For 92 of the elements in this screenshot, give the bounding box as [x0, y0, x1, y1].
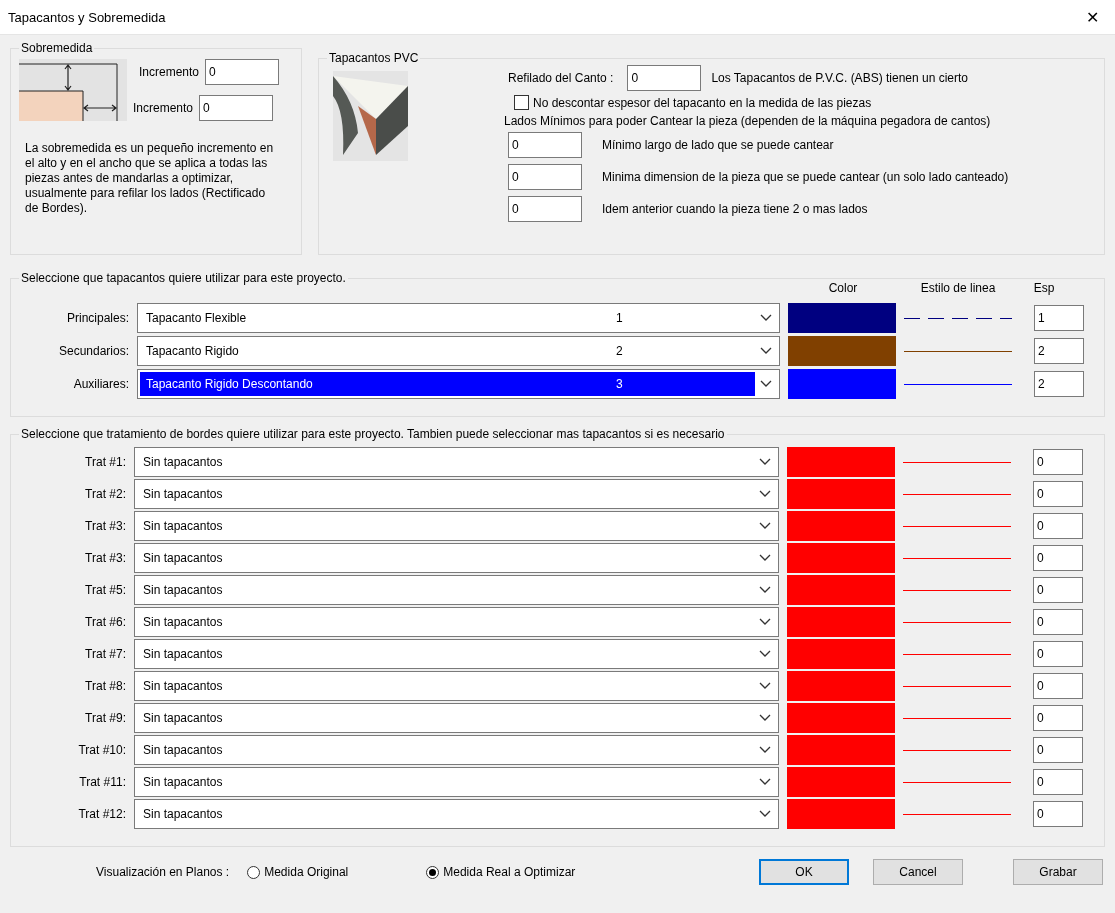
input-field[interactable]: 0 [205, 59, 280, 85]
input-field[interactable]: 0 [508, 196, 582, 222]
column-header: Esp [1032, 281, 1056, 295]
dropdown[interactable]: Sin tapacantos [134, 447, 779, 477]
dropdown[interactable]: Sin tapacantos [134, 671, 779, 701]
radio-option[interactable]: Medida Real a Optimizar [426, 865, 576, 879]
input-field[interactable]: 0 [508, 132, 582, 158]
color-swatch[interactable] [788, 369, 896, 399]
dropdown[interactable]: Tapacanto Rigido 2 [137, 336, 780, 366]
field-label: Incremento [139, 65, 200, 79]
input-field[interactable]: 2 [1034, 371, 1084, 397]
dropdown[interactable]: Sin tapacantos [134, 511, 779, 541]
input-field[interactable]: 0 [1033, 673, 1083, 699]
color-swatch[interactable] [787, 607, 895, 637]
dropdown[interactable]: Sin tapacantos [134, 639, 779, 669]
field-label: Refilado del Canto : [508, 71, 614, 85]
color-swatch[interactable] [787, 479, 895, 509]
color-swatch[interactable] [787, 575, 895, 605]
dialog-button[interactable]: Grabar [1013, 859, 1103, 885]
color-swatch[interactable] [787, 735, 895, 765]
dialog-button[interactable]: Cancel [873, 859, 963, 885]
input-field[interactable]: 0 [1033, 609, 1083, 635]
dropdown[interactable]: Sin tapacantos [134, 799, 779, 829]
color-swatch[interactable] [787, 799, 895, 829]
input-field[interactable]: 0 [1033, 545, 1083, 571]
row-label: Secundarios: [57, 344, 129, 358]
row-label: Trat #1: [84, 455, 126, 469]
dropdown[interactable]: Sin tapacantos [134, 543, 779, 573]
dialog-button[interactable]: OK [759, 859, 849, 885]
color-swatch[interactable] [788, 303, 896, 333]
color-swatch[interactable] [787, 543, 895, 573]
field-label: Incremento [133, 101, 194, 115]
row-label: Principales: [65, 311, 129, 325]
color-swatch[interactable] [787, 447, 895, 477]
input-field[interactable]: 0 [1033, 481, 1083, 507]
row-label: Trat #11: [78, 775, 126, 789]
group-title: Seleccione que tapacantos quiere utilizar para este proyecto. [20, 271, 347, 285]
row-label: Trat #6: [84, 615, 126, 629]
column-header: Estilo de linea [919, 281, 997, 295]
radio-option[interactable]: Medida Original [247, 865, 349, 879]
row-label: Trat #9: [84, 711, 126, 725]
section-label: Lados Mínimos para poder Cantear la pieza (dependen de la máquina pegadora de cantos) [504, 114, 992, 128]
input-field[interactable]: 0 [1033, 513, 1083, 539]
color-swatch[interactable] [788, 336, 896, 366]
row-label: Trat #8: [84, 679, 126, 693]
field-label: Minima dimension de la pieza que se puede cantear (un solo lado canteado) [602, 170, 1009, 184]
field-label: Idem anterior cuando la pieza tiene 2 o mas lados [602, 202, 868, 216]
group-title: Seleccione que tratamiento de bordes quiere utilizar para este proyecto. Tambien puede seleccionar mas tapacantos si es necesario [20, 427, 726, 441]
dropdown[interactable]: Sin tapacantos [134, 735, 779, 765]
row-label: Trat #3: [84, 551, 126, 565]
input-field[interactable]: 0 [1033, 801, 1083, 827]
input-field[interactable]: 0 [1033, 641, 1083, 667]
input-field[interactable]: 0 [1033, 449, 1083, 475]
input-field[interactable]: 0 [1033, 737, 1083, 763]
input-field[interactable]: 1 [1034, 305, 1084, 331]
dropdown[interactable]: Sin tapacantos [134, 767, 779, 797]
color-swatch[interactable] [787, 703, 895, 733]
input-field[interactable]: 0 [1033, 769, 1083, 795]
close-button[interactable]: ✕ [1077, 2, 1107, 32]
row-label: Trat #10: [77, 743, 126, 757]
group-title: Tapacantos PVC [328, 51, 420, 65]
dropdown[interactable]: Sin tapacantos [134, 575, 779, 605]
color-swatch[interactable] [787, 639, 895, 669]
row-label: Trat #12: [77, 807, 126, 821]
input-field[interactable]: 0 [1033, 577, 1083, 603]
dropdown[interactable]: Sin tapacantos [134, 703, 779, 733]
window-title: Tapacantos y Sobremedida [8, 9, 166, 25]
row-label: Trat #3: [84, 519, 126, 533]
input-field[interactable]: 0 [199, 95, 274, 121]
input-field[interactable]: 0 [1033, 705, 1083, 731]
description-text: La sobremedida es un pequeño incremento en el alto y en el ancho que se aplica a todas las piezas antes de mandarlas a optimizar, usualmente para refilar los lados (Rectificado de Bordes). [25, 141, 275, 216]
input-field[interactable]: 0 [627, 65, 702, 91]
column-header: Color [827, 281, 859, 295]
row-label: Auxiliares: [72, 377, 129, 391]
dropdown[interactable]: Sin tapacantos [134, 607, 779, 637]
dropdown[interactable]: Tapacanto Flexible 1 [137, 303, 780, 333]
checkbox[interactable] [514, 95, 529, 110]
row-label: Trat #2: [84, 487, 126, 501]
checkbox-label: No descontar espesor del tapacanto en la medida de las piezas [533, 95, 872, 110]
color-swatch[interactable] [787, 671, 895, 701]
field-label: Visualización en Planos : [96, 865, 230, 879]
group-title: Sobremedida [20, 41, 94, 55]
input-field[interactable]: 2 [1034, 338, 1084, 364]
color-swatch[interactable] [787, 511, 895, 541]
input-field[interactable]: 0 [508, 164, 582, 190]
dropdown[interactable]: Sin tapacantos [134, 479, 779, 509]
row-label: Trat #5: [84, 583, 126, 597]
row-label: Trat #7: [84, 647, 126, 661]
color-swatch[interactable] [787, 767, 895, 797]
note-text: Los Tapacantos de P.V.C. (ABS) tienen un cierto [711, 71, 969, 85]
field-label: Mínimo largo de lado que se puede cantear [602, 138, 834, 152]
dropdown[interactable]: Tapacanto Rigido Descontando 3 [137, 369, 780, 399]
